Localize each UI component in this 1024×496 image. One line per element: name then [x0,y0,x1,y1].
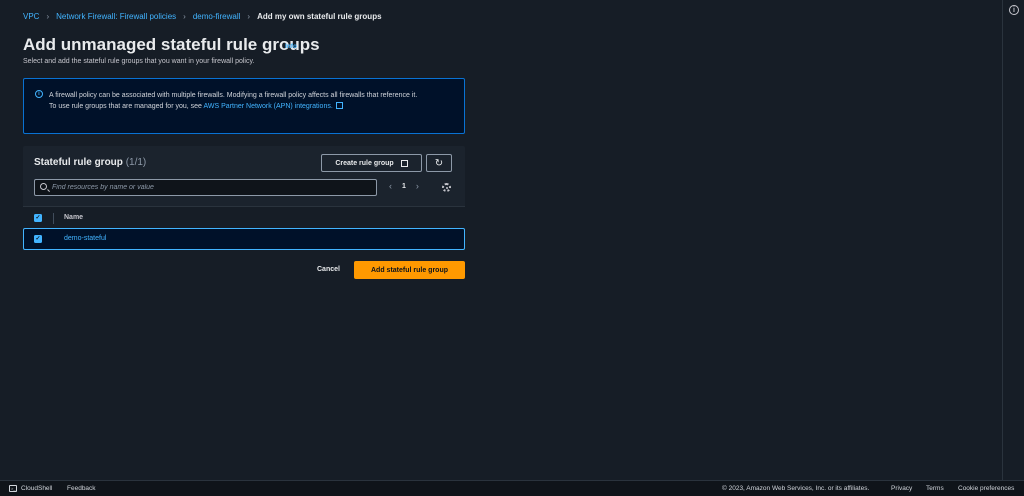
copyright-text: © 2023, Amazon Web Services, Inc. or its… [722,485,870,492]
table-header: ✓ Name [23,206,465,228]
privacy-link[interactable]: Privacy [891,485,912,492]
add-stateful-rule-group-button[interactable]: Add stateful rule group [354,261,465,279]
info-alert: i A firewall policy can be associated wi… [23,78,465,134]
column-divider [53,213,54,224]
console-footer: >_ CloudShell Feedback © 2023, Amazon We… [0,480,1024,496]
apn-integrations-link[interactable]: AWS Partner Network (APN) integrations. [204,103,333,110]
table-title-text: Stateful rule group [34,157,123,168]
terms-link[interactable]: Terms [926,485,944,492]
cookie-preferences-link[interactable]: Cookie preferences [958,485,1014,492]
create-rule-group-button[interactable]: Create rule group [321,154,422,172]
breadcrumb-firewall-policies[interactable]: Network Firewall: Firewall policies [56,12,176,21]
search-field[interactable] [34,179,377,196]
refresh-button[interactable]: ↻ [426,154,452,172]
feedback-link[interactable]: Feedback [67,485,96,492]
chevron-left-icon[interactable]: ‹ [389,181,392,191]
cloudshell-link[interactable]: CloudShell [21,485,52,492]
row-checkbox[interactable]: ✓ [34,235,42,243]
table-row[interactable]: ✓ demo-stateful [23,228,465,250]
page-title: Add unmanaged stateful rule groups [23,35,320,54]
cancel-button[interactable]: Cancel [317,266,340,273]
chevron-right-icon: › [183,12,186,21]
search-input[interactable] [52,180,372,195]
chevron-right-icon[interactable]: › [416,181,419,191]
breadcrumb-current: Add my own stateful rule groups [257,12,382,21]
rule-group-link[interactable]: demo-stateful [64,235,106,242]
cloudshell-icon[interactable]: >_ [9,485,17,492]
info-link[interactable]: Info [285,43,297,50]
alert-line-2: To use rule groups that are managed for … [49,101,454,112]
column-header-name[interactable]: Name [64,214,83,221]
main-content: VPC › Network Firewall: Firewall policie… [0,0,1002,480]
search-icon [40,183,47,190]
pagination: ‹ 1 › [389,181,419,191]
info-icon[interactable]: i [1009,5,1019,15]
external-link-icon [400,159,408,167]
chevron-right-icon: › [46,12,50,21]
alert-line-1: A firewall policy can be associated with… [49,92,418,99]
settings-icon[interactable] [442,183,451,192]
table-title: Stateful rule group (1/1) [34,157,146,168]
alert-text: A firewall policy can be associated with… [49,90,454,112]
refresh-icon: ↻ [434,157,444,169]
page-number[interactable]: 1 [402,183,406,190]
table-count: (1/1) [125,157,147,168]
alert-line-2-prefix: To use rule groups that are managed for … [49,103,204,110]
page-description: Select and add the stateful rule groups … [23,58,255,65]
stateful-rule-group-table: Stateful rule group (1/1) Create rule gr… [23,146,465,250]
breadcrumb: VPC › Network Firewall: Firewall policie… [23,12,382,21]
info-icon: i [35,90,43,98]
right-side-rail: i [1002,0,1024,480]
breadcrumb-vpc[interactable]: VPC [23,12,39,21]
select-all-checkbox[interactable]: ✓ [34,214,42,222]
breadcrumb-demo-firewall[interactable]: demo-firewall [193,12,241,21]
chevron-right-icon: › [247,12,251,21]
external-link-icon [335,102,343,109]
create-rule-group-label: Create rule group [335,159,394,167]
